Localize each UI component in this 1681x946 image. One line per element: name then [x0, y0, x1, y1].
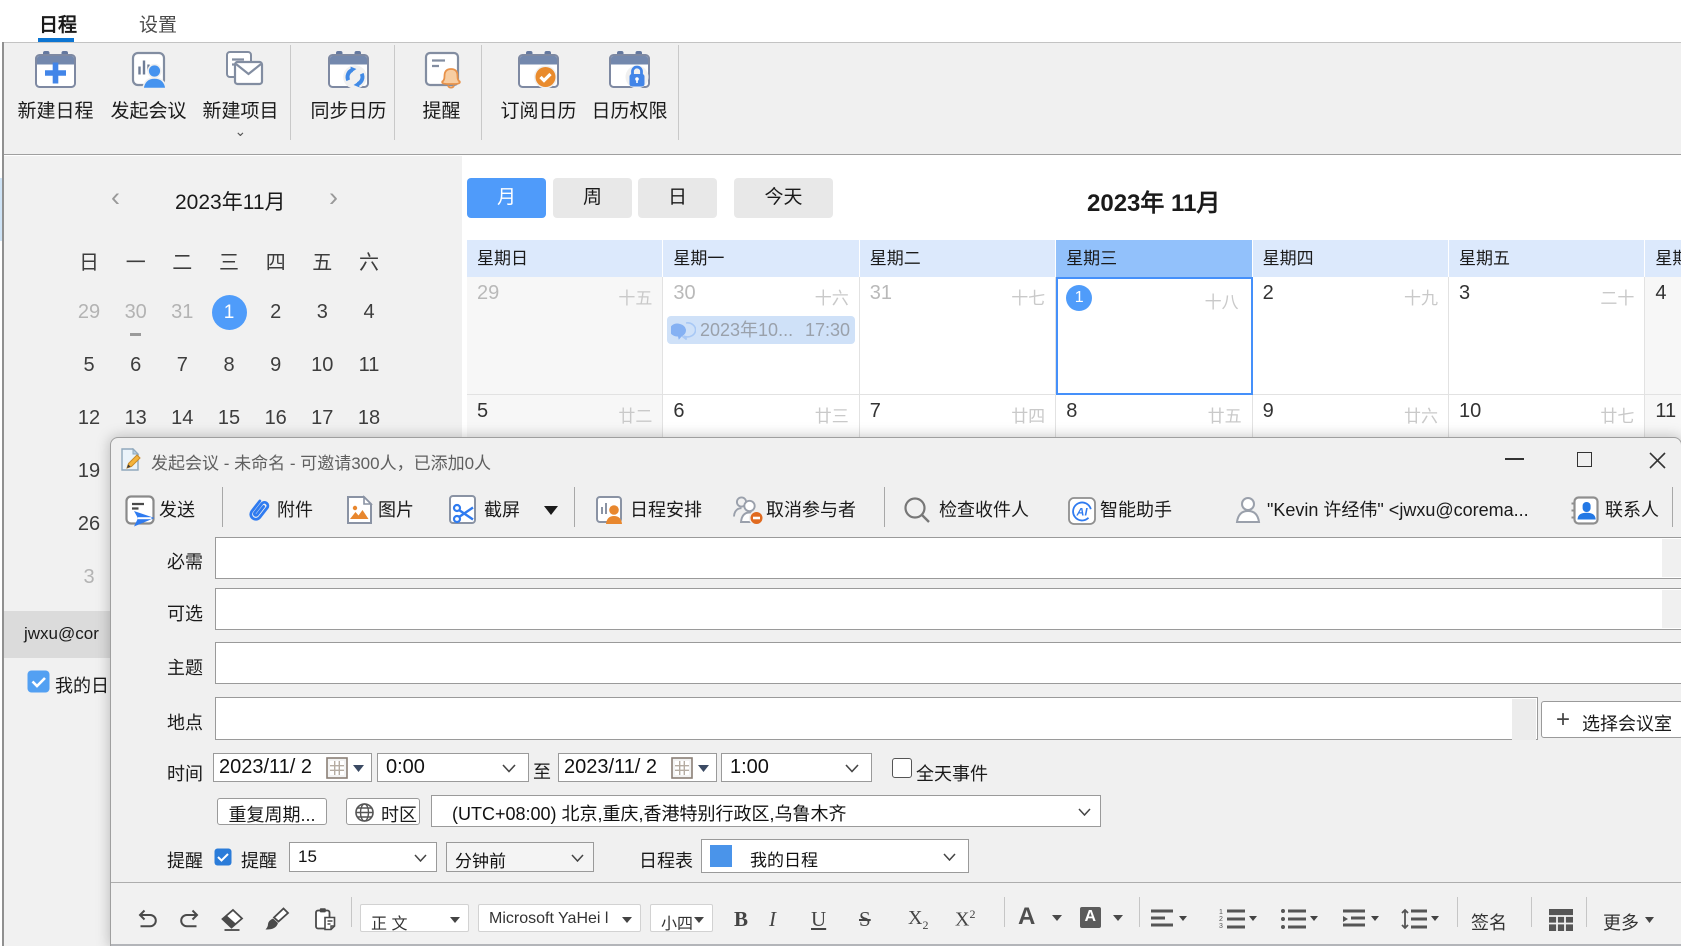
svg-text:2: 2 — [1219, 916, 1223, 923]
svg-text:3: 3 — [1219, 923, 1223, 930]
svg-text:1: 1 — [1219, 909, 1223, 916]
svg-text:AI: AI — [1076, 507, 1089, 519]
